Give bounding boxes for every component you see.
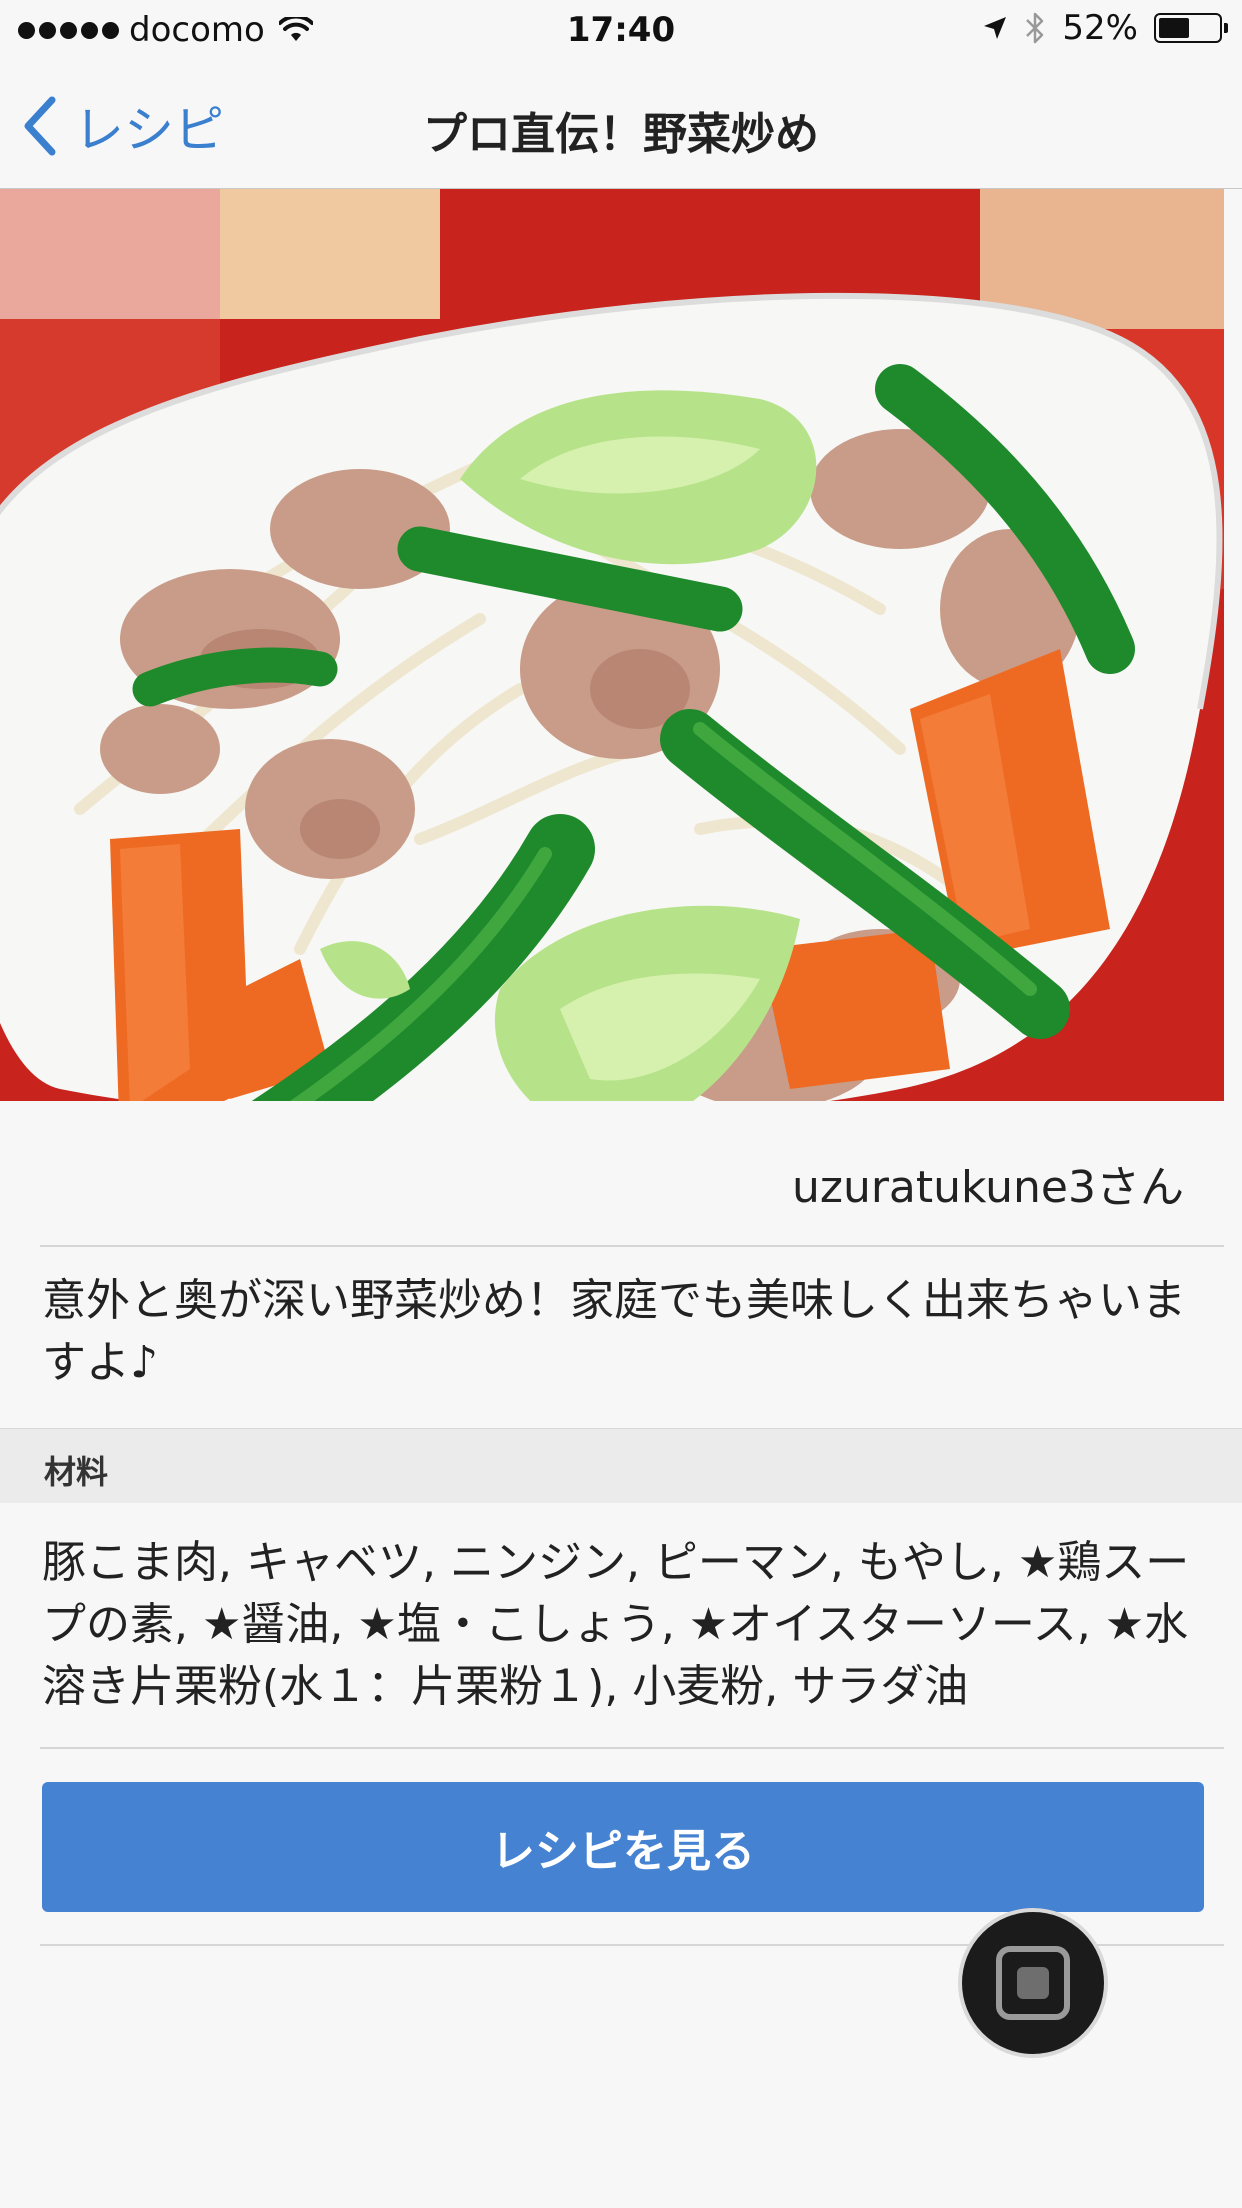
recipe-description: 意外と奥が深い野菜炒め！家庭でも美味しく出来ちゃいますよ♪ <box>42 1275 1186 1388</box>
assistive-touch-button[interactable] <box>958 1908 1108 2058</box>
divider <box>40 1747 1224 1749</box>
status-bar: docomo 17:40 52% <box>0 0 1242 60</box>
recipe-screen: docomo 17:40 52% レシピ プロ直伝！野菜炒め uzuratuku… <box>0 0 1242 2208</box>
location-arrow-icon <box>984 17 1007 39</box>
author-name[interactable]: uzuratukune3さん <box>792 1151 1184 1215</box>
status-right: 52% <box>982 8 1228 48</box>
author-row: uzuratukune3さん <box>40 1101 1224 1247</box>
battery-icon <box>1154 13 1228 43</box>
ingredients-list: 豚こま肉, キャベツ, ニンジン, ピーマン, もやし, ★鶏スープの素, ★醤… <box>42 1537 1190 1712</box>
view-recipe-button[interactable]: レシピを見る <box>42 1782 1204 1912</box>
battery-level <box>1159 18 1189 38</box>
assistive-touch-icon <box>996 1946 1070 2020</box>
ingredients-header: 材料 <box>44 1453 109 1491</box>
navigation-bar: レシピ プロ直伝！野菜炒め <box>0 60 1242 189</box>
page-title: プロ直伝！野菜炒め <box>423 109 819 160</box>
ingredients-section-header: 材料 <box>0 1428 1242 1503</box>
battery-percent: 52% <box>1062 8 1138 48</box>
recipe-photo <box>0 189 1224 1101</box>
bluetooth-icon <box>1026 12 1044 44</box>
